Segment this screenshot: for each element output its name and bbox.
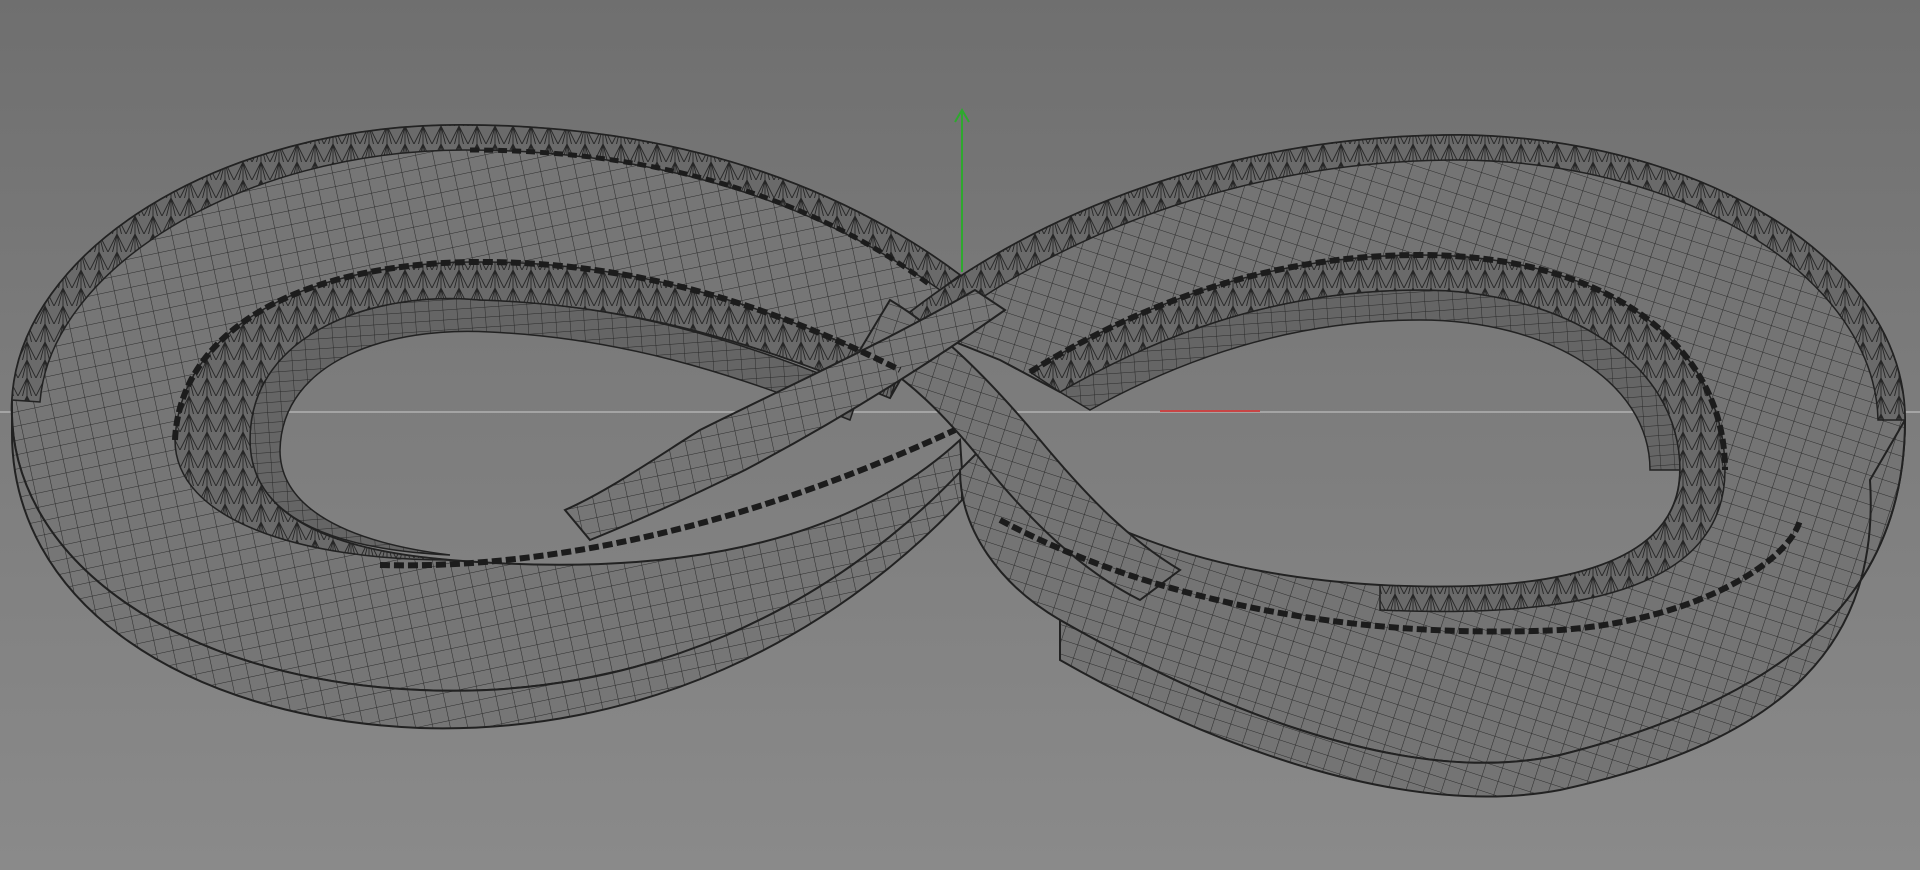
3d-viewport[interactable] [0,0,1920,870]
infinity-loop-model[interactable] [10,123,1907,798]
viewport-scene[interactable] [0,0,1920,870]
